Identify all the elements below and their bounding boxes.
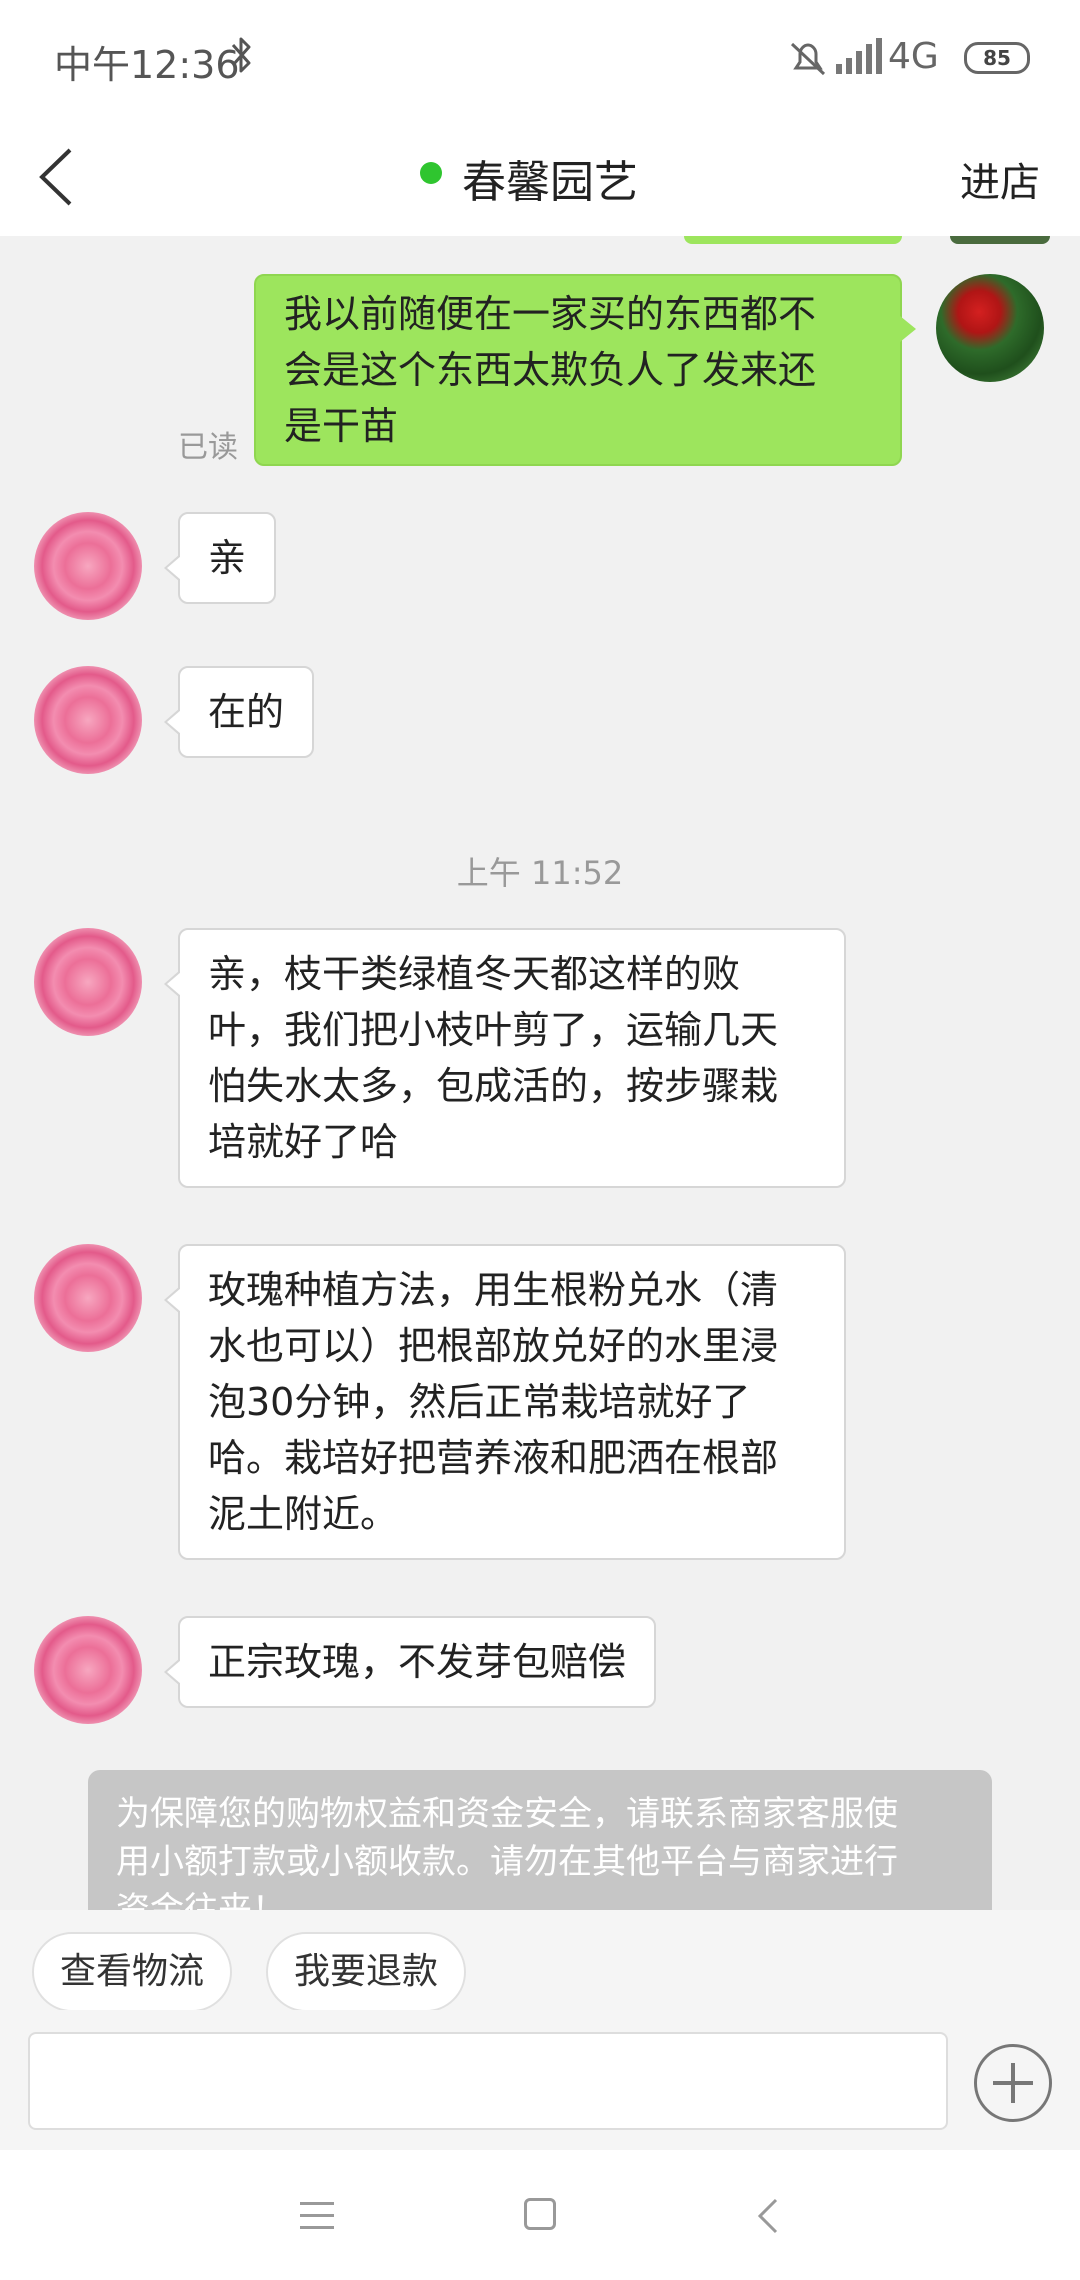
message-bubble-received[interactable]: 亲，枝干类绿植冬天都这样的败 叶，我们把小枝叶剪了，运输几天 怕失水太多，包成活… bbox=[164, 928, 846, 1188]
message-bubble-received[interactable]: 正宗玫瑰，不发芽包赔偿 bbox=[163, 1616, 657, 1708]
message-line: 在的 bbox=[208, 690, 285, 734]
chat-header: 春馨园艺 进店 bbox=[0, 120, 1080, 236]
message-input[interactable] bbox=[28, 2032, 948, 2130]
notice-line: 为保障您的购物权益和资金安全，请联系商家客服使 bbox=[116, 1794, 898, 1834]
battery-icon: 85 bbox=[964, 42, 1030, 74]
system-navigation-bar bbox=[0, 2150, 1080, 2280]
shop-avatar[interactable] bbox=[34, 928, 142, 1036]
online-status-dot bbox=[420, 162, 442, 184]
view-logistics-button[interactable]: 查看物流 bbox=[32, 1932, 233, 2012]
shop-avatar[interactable] bbox=[34, 1616, 142, 1724]
message-bubble-sent[interactable]: 我以前随便在一家买的东西都不 会是这个东西太欺负人了发来还 是干苗 bbox=[254, 274, 916, 466]
partial-avatar bbox=[950, 236, 1050, 244]
message-bubble-received[interactable]: 玫瑰种植方法，用生根粉兑水（清 水也可以）把根部放兑好的水里浸 泡30分钟，然后… bbox=[164, 1244, 846, 1560]
request-refund-button[interactable]: 我要退款 bbox=[266, 1932, 467, 2012]
message-line: 水也可以）把根部放兑好的水里浸 bbox=[208, 1324, 779, 1368]
shop-avatar[interactable] bbox=[34, 512, 142, 620]
shop-avatar[interactable] bbox=[34, 1244, 142, 1352]
bluetooth-icon bbox=[231, 37, 251, 73]
back-arrow-icon[interactable] bbox=[34, 144, 78, 210]
message-line: 怕失水太多，包成活的，按步骤栽 bbox=[208, 1064, 779, 1108]
status-time: 中午12:36 bbox=[54, 43, 240, 87]
quick-actions-bar: 查看物流 我要退款 bbox=[0, 1910, 1080, 2012]
message-line: 泡30分钟，然后正常栽培就好了 bbox=[208, 1380, 751, 1424]
nav-back-icon[interactable] bbox=[756, 2196, 780, 2236]
message-line: 亲，枝干类绿植冬天都这样的败 bbox=[208, 952, 741, 996]
recents-icon[interactable] bbox=[300, 2202, 334, 2230]
message-line: 会是这个东西太欺负人了发来还 bbox=[284, 348, 817, 392]
message-line: 是干苗 bbox=[284, 404, 399, 448]
message-line: 哈。栽培好把营养液和肥洒在根部 bbox=[208, 1436, 779, 1480]
message-input-bar bbox=[0, 2010, 1080, 2150]
message-line: 泥土附近。 bbox=[208, 1492, 399, 1536]
message-line: 培就好了哈 bbox=[208, 1120, 399, 1164]
status-bar: 中午12:36 4G 85 bbox=[0, 0, 1080, 120]
read-receipt: 已读 bbox=[178, 430, 238, 465]
chat-message-list[interactable]: 已读 我以前随便在一家买的东西都不 会是这个东西太欺负人了发来还 是干苗 亲 在… bbox=[0, 236, 1080, 1910]
add-attachment-button[interactable] bbox=[974, 2044, 1052, 2122]
notifications-off-icon bbox=[790, 42, 826, 76]
partial-message-bubble bbox=[684, 236, 902, 244]
message-bubble-received[interactable]: 在的 bbox=[163, 666, 315, 758]
network-type: 4G bbox=[888, 36, 939, 77]
message-line: 玫瑰种植方法，用生根粉兑水（清 bbox=[208, 1268, 779, 1312]
notice-line: 用小额打款或小额收款。请勿在其他平台与商家进行 bbox=[116, 1842, 898, 1882]
message-line: 正宗玫瑰，不发芽包赔偿 bbox=[208, 1640, 627, 1684]
home-icon[interactable] bbox=[524, 2198, 556, 2230]
message-line: 我以前随便在一家买的东西都不 bbox=[284, 292, 817, 336]
notice-line: 资金往来！ bbox=[116, 1890, 286, 1910]
shop-name-title: 春馨园艺 bbox=[462, 157, 638, 208]
shop-avatar[interactable] bbox=[34, 666, 142, 774]
security-notice: 为保障您的购物权益和资金安全，请联系商家客服使 用小额打款或小额收款。请勿在其他… bbox=[88, 1770, 992, 1910]
enter-store-button[interactable]: 进店 bbox=[960, 150, 1040, 208]
message-bubble-received[interactable]: 亲 bbox=[163, 512, 277, 604]
time-divider: 上午 11:52 bbox=[456, 854, 624, 892]
message-line: 叶，我们把小枝叶剪了，运输几天 bbox=[208, 1008, 779, 1052]
message-line: 亲 bbox=[208, 536, 247, 580]
signal-icon bbox=[836, 38, 882, 74]
my-avatar[interactable] bbox=[936, 274, 1044, 382]
